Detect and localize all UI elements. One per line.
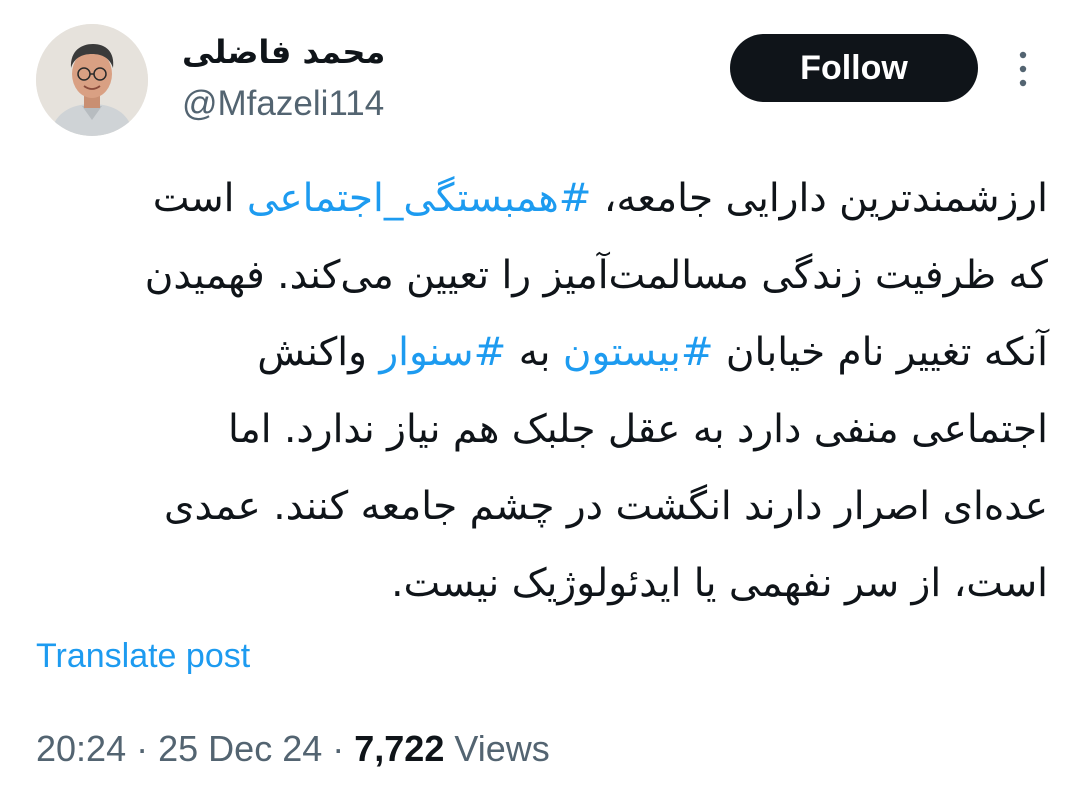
tweet-text-segment: به	[506, 330, 563, 375]
author-display-name[interactable]: محمد فاضلی	[182, 28, 385, 76]
views-count: 7,722	[354, 728, 445, 769]
tweet-line: ارزشمندترین دارایی جامعه، #همبستگی_اجتما…	[36, 160, 1048, 237]
tweet-line: که ظرفیت زندگی مسالمت‌آمیز را تعیین می‌ک…	[36, 237, 1048, 314]
tweet-text-segment: که ظرفیت زندگی مسالمت‌آمیز را تعیین می‌ک…	[144, 253, 1048, 298]
hashtag-link[interactable]: #سنوار	[379, 330, 506, 375]
meta-separator: ·	[136, 728, 149, 769]
tweet-text-segment: است، از سر نفهمی یا ایدئولوژیک نیست.	[391, 561, 1048, 606]
tweet-text: ارزشمندترین دارایی جامعه، #همبستگی_اجتما…	[36, 160, 1048, 622]
tweet-text-segment: واکنش	[257, 330, 380, 375]
tweet-text-segment: اجتماعی منفی دارد به عقل جلبک هم نیاز ند…	[227, 407, 1048, 452]
hashtag-link[interactable]: #بیستون	[563, 330, 714, 375]
tweet-line: عده‌ای اصرار دارند انگشت در چشم جامعه کن…	[36, 468, 1048, 545]
tweet-time[interactable]: 20:24	[36, 728, 126, 769]
avatar[interactable]	[36, 24, 148, 136]
meta-separator: ·	[332, 728, 345, 769]
tweet-text-segment: عده‌ای اصرار دارند انگشت در چشم جامعه کن…	[164, 484, 1048, 529]
tweet-date[interactable]: 25 Dec 24	[158, 728, 322, 769]
tweet-line: آنکه تغییر نام خیابان #بیستون به #سنوار …	[36, 314, 1048, 391]
tweet-text-segment: آنکه تغییر نام خیابان	[713, 330, 1048, 375]
hashtag-link[interactable]: #همبستگی_اجتماعی	[247, 176, 592, 221]
tweet-meta: 20:24 · 25 Dec 24 · 7,722 Views	[36, 724, 550, 774]
more-vertical-icon[interactable]	[1006, 48, 1040, 90]
tweet-line: است، از سر نفهمی یا ایدئولوژیک نیست.	[36, 545, 1048, 622]
follow-button[interactable]: Follow	[730, 34, 978, 102]
tweet-line: اجتماعی منفی دارد به عقل جلبک هم نیاز ند…	[36, 391, 1048, 468]
translate-post-link[interactable]: Translate post	[36, 634, 250, 678]
tweet-text-segment: است	[152, 176, 247, 221]
author-handle[interactable]: @Mfazeli114	[182, 80, 384, 128]
tweet-text-segment: ارزشمندترین دارایی جامعه،	[591, 176, 1048, 221]
views-label: Views	[454, 728, 550, 769]
